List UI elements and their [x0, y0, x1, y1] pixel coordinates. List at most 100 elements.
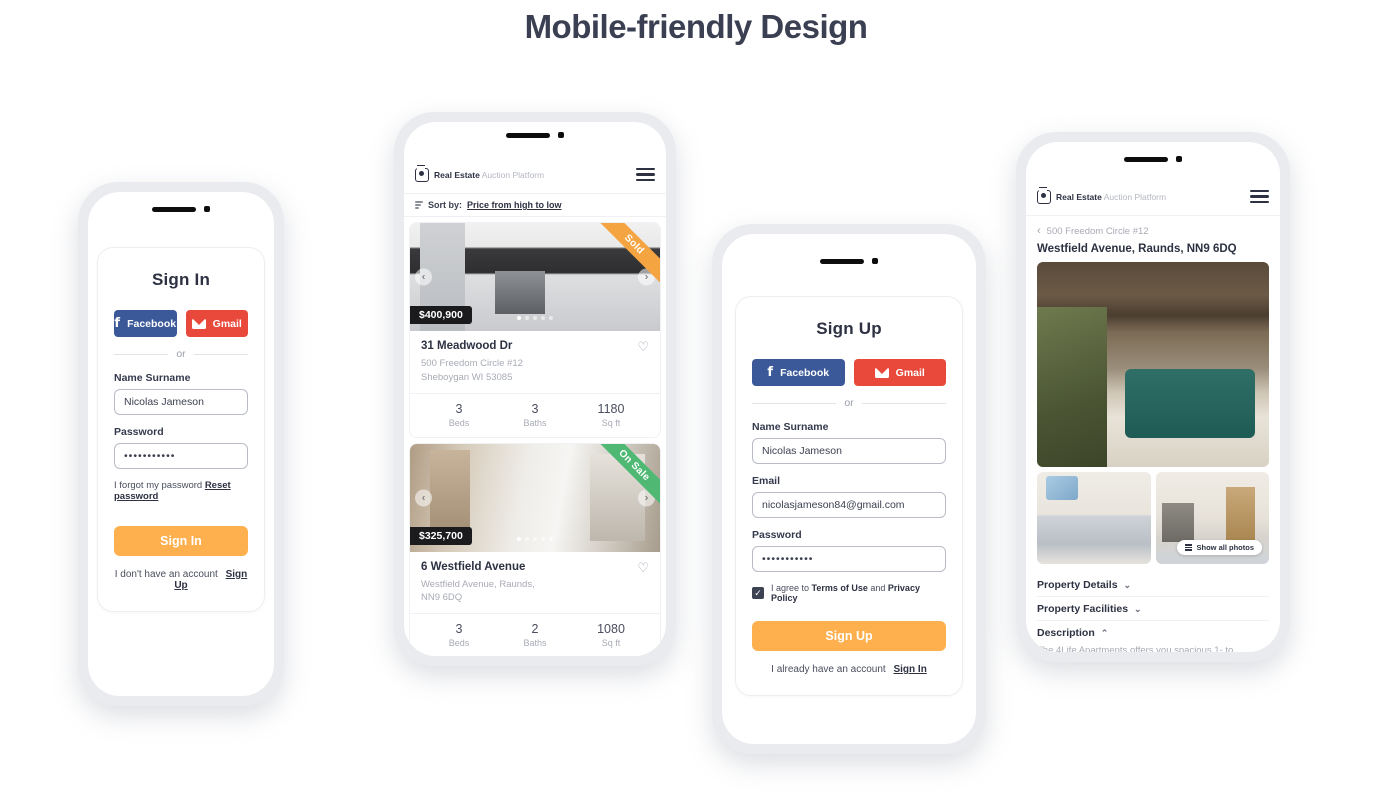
sqft-stat: 1180 Sq ft: [573, 402, 649, 428]
signup-card: Sign Up f Facebook Gmail or Name Surname…: [735, 296, 963, 696]
signup-footer: I already have an account Sign In: [752, 664, 946, 675]
name-label: Name Surname: [114, 372, 191, 384]
divider-line-right: [861, 402, 946, 404]
or-label: or: [176, 348, 186, 360]
camera-dot-icon: [204, 206, 210, 212]
listing-title: 6 Westfield Avenue: [421, 560, 526, 573]
hero-photo[interactable]: [1037, 262, 1269, 467]
sort-bar: Sort by: Price from high to low: [404, 194, 666, 217]
baths-stat: 3 Baths: [497, 402, 573, 428]
property-title: Westfield Avenue, Raunds, NN9 6DQ: [1037, 243, 1237, 255]
brand-name-bold: Real Estate: [434, 169, 480, 180]
password-input[interactable]: [114, 443, 248, 469]
facebook-icon: f: [114, 316, 121, 331]
listing-address-line2: Sheboygan WI 53085: [421, 371, 513, 383]
sort-value-dropdown[interactable]: Price from high to low: [467, 200, 562, 210]
signin-name-field-block: Name Surname: [114, 372, 248, 415]
email-input[interactable]: [752, 492, 946, 518]
agree-mid: and: [867, 583, 888, 593]
accordion-property-details[interactable]: Property Details ⌄: [1037, 573, 1269, 596]
grid-icon: [1184, 544, 1192, 551]
sqft-value: 1080: [597, 622, 625, 637]
brand-logo[interactable]: Real Estate Auction Platform: [415, 167, 545, 182]
name-input[interactable]: [752, 438, 946, 464]
signup-footer-text: I already have an account: [771, 664, 886, 675]
signup-title: Sign Up: [816, 319, 882, 338]
beds-value: 3: [455, 401, 463, 416]
signup-screen: Sign Up f Facebook Gmail or Name Surname…: [722, 234, 976, 744]
gmail-signup-button[interactable]: Gmail: [853, 359, 946, 386]
camera-dot-icon: [558, 132, 564, 138]
listing-card[interactable]: Sold ‹ › $400,900 31 Meadwood Dr ♡ 500 F…: [409, 222, 661, 438]
envelope-icon: [191, 318, 206, 329]
name-input[interactable]: [114, 389, 248, 415]
photo-thumbnails: Show all photos: [1037, 472, 1269, 564]
signin-footer: I don't have an account Sign Up: [114, 569, 248, 591]
accordion-property-facilities[interactable]: Property Facilities ⌄: [1037, 596, 1269, 620]
signup-password-field-block: Password: [752, 529, 946, 572]
baths-value: 3: [531, 401, 539, 416]
show-all-photos-button[interactable]: Show all photos: [1176, 540, 1262, 555]
accordion-label: Property Details: [1037, 579, 1118, 591]
baths-label: Baths: [523, 638, 547, 649]
listing-photo[interactable]: Sold ‹ › $400,900: [410, 223, 660, 331]
baths-value: 2: [531, 622, 539, 637]
listings-screen: Real Estate Auction Platform Sort by: Pr…: [404, 122, 666, 656]
phone-listings: Real Estate Auction Platform Sort by: Pr…: [394, 112, 676, 666]
carousel-dots[interactable]: [517, 536, 553, 541]
speaker-bar-icon: [820, 258, 864, 264]
detail-body: ‹ 500 Freedom Circle #12 Westfield Avenu…: [1026, 216, 1280, 652]
facebook-icon: f: [767, 365, 774, 380]
brand-logo[interactable]: Real Estate Auction Platform: [1037, 189, 1167, 204]
speaker-bar-icon: [152, 206, 196, 212]
signup-social-row: f Facebook Gmail: [752, 359, 946, 386]
beds-label: Beds: [448, 417, 470, 428]
terms-checkbox[interactable]: ✓: [752, 587, 764, 599]
beds-value: 3: [455, 622, 463, 637]
signin-footer-text: I don't have an account: [114, 569, 218, 580]
carousel-prev-icon[interactable]: ‹: [415, 268, 432, 286]
agree-prefix: I agree to: [771, 583, 812, 593]
forgot-text: I forgot my password: [114, 480, 203, 491]
listings-list[interactable]: Sold ‹ › $400,900 31 Meadwood Dr ♡ 500 F…: [404, 217, 666, 656]
carousel-prev-icon[interactable]: ‹: [415, 489, 432, 507]
listing-stats: 3 Beds 3 Baths 1180 Sq ft: [410, 392, 660, 437]
listing-address-line2: NN9 6DQ: [421, 592, 463, 604]
poster-stage: Mobile-friendly Design Sign In f Faceboo…: [0, 0, 1392, 806]
brand-name-light: Auction Platform: [479, 169, 545, 180]
baths-stat: 2 Baths: [497, 622, 573, 648]
camera-dot-icon: [872, 258, 878, 264]
breadcrumb[interactable]: ‹ 500 Freedom Circle #12: [1037, 216, 1269, 237]
listing-photo[interactable]: On Sale ‹ › $325,700: [410, 443, 660, 552]
sqft-stat: 1080 Sq ft: [573, 622, 649, 648]
listing-stats: 3 Beds 2 Baths 1080 Sq ft: [410, 613, 660, 656]
signin-link[interactable]: Sign In: [893, 664, 926, 675]
favorite-heart-icon[interactable]: ♡: [637, 340, 649, 353]
hot-tub-photo: [1037, 262, 1269, 467]
favorite-heart-icon[interactable]: ♡: [637, 561, 649, 574]
facebook-signup-button[interactable]: f Facebook: [752, 359, 845, 386]
hamburger-menu-icon[interactable]: [1250, 190, 1269, 203]
password-input[interactable]: [752, 546, 946, 572]
terms-of-use-link[interactable]: Terms of Use: [812, 583, 868, 593]
brand-name-bold: Real Estate: [1056, 191, 1102, 202]
sort-label: Sort by:: [428, 200, 463, 210]
listing-card[interactable]: On Sale ‹ › $325,700 6 Westfield Avenue: [409, 442, 661, 656]
signin-submit-button[interactable]: Sign In: [114, 526, 248, 556]
gmail-label: Gmail: [212, 317, 242, 330]
brand-name-light: Auction Platform: [1101, 191, 1167, 202]
signup-submit-button[interactable]: Sign Up: [752, 621, 946, 651]
back-link[interactable]: 500 Freedom Circle #12: [1047, 226, 1149, 237]
accordion-label: Property Facilities: [1037, 603, 1129, 615]
thumbnail-photo[interactable]: [1037, 472, 1151, 564]
carousel-dots[interactable]: [517, 316, 553, 320]
phone-detail: Real Estate Auction Platform ‹ 500 Freed…: [1016, 132, 1290, 662]
facebook-signin-button[interactable]: f Facebook: [114, 310, 177, 337]
signup-name-field-block: Name Surname: [752, 421, 946, 464]
gmail-signin-button[interactable]: Gmail: [185, 310, 248, 337]
thumbnail-photo[interactable]: Show all photos: [1155, 472, 1269, 564]
accordion-description[interactable]: Description ⌃ The 4Life Apartments offer…: [1037, 620, 1269, 652]
divider-line-left: [752, 402, 837, 404]
bedroom-photo-1: [1037, 472, 1151, 564]
hamburger-menu-icon[interactable]: [636, 168, 655, 181]
